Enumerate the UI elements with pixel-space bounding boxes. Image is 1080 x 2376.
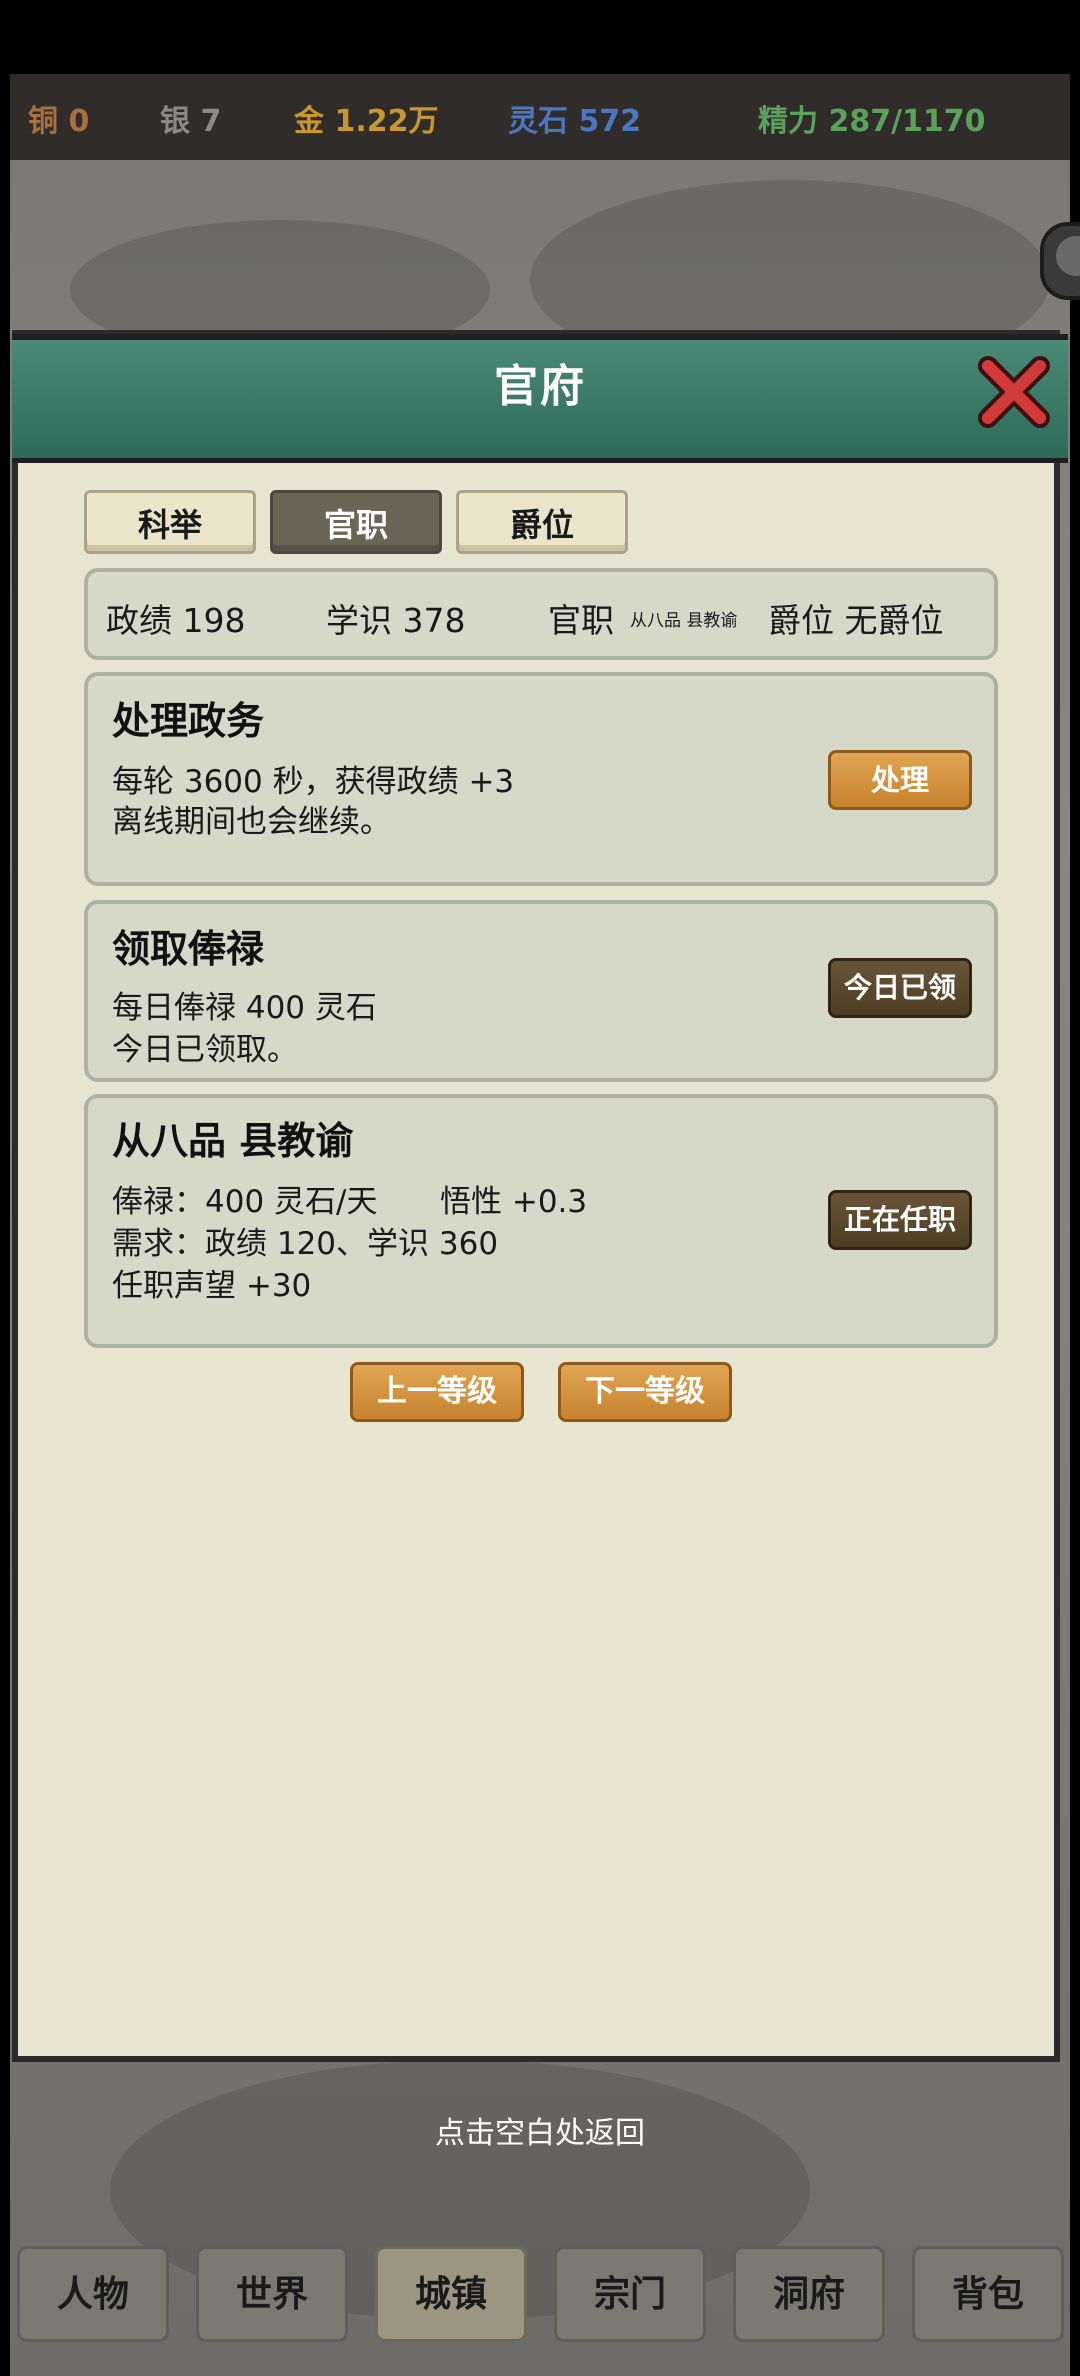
affairs-line1: 每轮 3600 秒，获得政绩 +3 [112,764,515,800]
tap-to-return-hint: 点击空白处返回 [435,2116,645,2151]
office-title: 从八品 县教谕 [112,1119,354,1163]
nav-world[interactable]: 世界 [196,2246,348,2342]
process-button[interactable]: 处理 [828,750,972,810]
nobility-stat: 爵位 无爵位 [768,601,944,640]
spirit-stone-count: 灵石 572 [508,104,642,139]
office-prestige: 任职声望 +30 [112,1268,312,1304]
nav-sect[interactable]: 宗门 [554,2246,706,2342]
close-x-icon[interactable] [974,352,1054,432]
post-stat-value: 从八品 县教谕 [630,611,738,631]
gold-count: 金 1.22万 [294,104,439,139]
merit-stat: 政绩 198 [106,601,246,640]
office-comprehension: 悟性 +0.3 [440,1184,588,1220]
silver-count: 银 7 [160,104,222,139]
post-stat-label: 官职 [548,601,614,640]
knowledge-stat: 学识 378 [326,601,466,640]
salary-line2: 今日已领取。 [112,1032,298,1068]
tab-nobility[interactable]: 爵位 [456,490,628,554]
in-office-button: 正在任职 [828,1190,972,1250]
office-requirement: 需求：政绩 120、学识 360 [112,1226,499,1262]
nav-character[interactable]: 人物 [17,2246,169,2342]
prev-level-button[interactable]: 上一等级 [350,1362,524,1422]
nav-town[interactable]: 城镇 [375,2246,527,2342]
salary-title: 领取俸禄 [112,927,265,971]
affairs-title: 处理政务 [112,699,265,743]
copper-count: 铜 0 [28,104,90,139]
dialog-title: 官府 [494,361,586,412]
tab-imperial-exam[interactable]: 科举 [84,490,256,554]
affairs-line2: 离线期间也会继续。 [112,804,391,840]
nav-cave[interactable]: 洞府 [733,2246,885,2342]
next-level-button[interactable]: 下一等级 [558,1362,732,1422]
nav-backpack[interactable]: 背包 [912,2246,1064,2342]
salary-claimed-button: 今日已领 [828,958,972,1018]
office-salary: 俸禄：400 灵石/天 [112,1184,378,1220]
tab-official-post[interactable]: 官职 [270,490,442,554]
salary-line1: 每日俸禄 400 灵石 [112,990,377,1026]
energy-count: 精力 287/1170 [758,104,986,139]
resource-bar: 铜 0 银 7 金 1.22万 灵石 572 精力 287/1170 [10,74,1070,160]
